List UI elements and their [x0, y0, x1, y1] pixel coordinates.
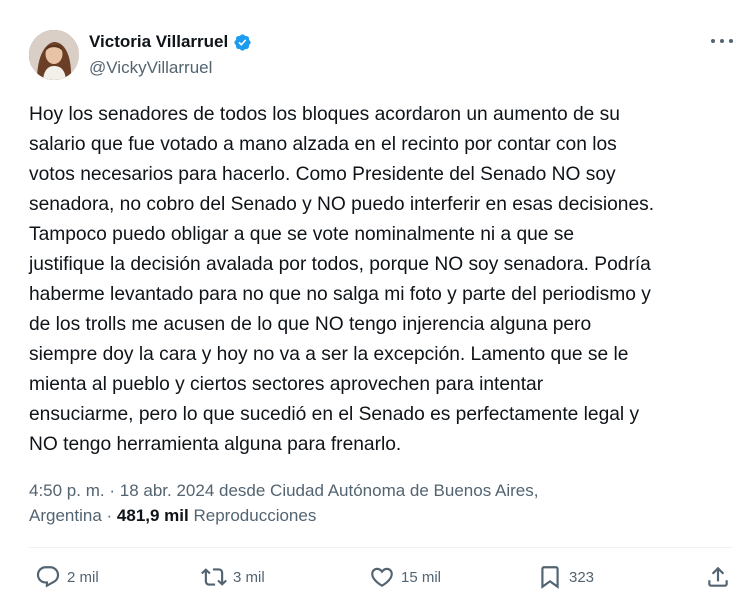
tweet-country: Argentina: [29, 506, 102, 525]
meta-separator-2: ·: [106, 506, 113, 525]
bookmark-icon: [541, 566, 559, 589]
tweet-card: Victoria Villarruel @VickyVillarruel Hoy…: [0, 0, 749, 596]
reply-button[interactable]: 2 mil: [35, 562, 99, 592]
verified-badge-icon[interactable]: [233, 33, 252, 52]
tweet-time[interactable]: 4:50 p. m.: [29, 481, 105, 500]
author-name[interactable]: Victoria Villarruel: [89, 32, 228, 52]
share-icon: [708, 566, 728, 587]
avatar[interactable]: [29, 30, 79, 80]
views-count[interactable]: 481,9 mil: [117, 506, 189, 525]
views-label: Reproducciones: [193, 506, 317, 525]
more-options-icon[interactable]: [711, 30, 733, 52]
bookmark-button[interactable]: 323: [537, 562, 594, 592]
tweet-text: Hoy los senadores de todos los bloques a…: [29, 104, 655, 455]
heart-icon: [371, 567, 393, 587]
meta-separator: ·: [109, 481, 116, 500]
tweet-meta: 4:50 p. m. · 18 abr. 2024 desde Ciudad A…: [29, 478, 669, 528]
like-count: 15 mil: [401, 568, 442, 586]
retweet-icon: [201, 568, 227, 586]
author-name-row: Victoria Villarruel: [89, 32, 252, 52]
bookmark-count: 323: [569, 568, 595, 586]
reply-icon: [36, 566, 60, 588]
retweet-count: 3 mil: [233, 568, 265, 586]
author-handle[interactable]: @VickyVillarruel: [89, 58, 212, 78]
retweet-button[interactable]: 3 mil: [201, 562, 265, 592]
action-bar: 2 mil 3 mil 15 mil 323: [29, 562, 731, 592]
tweet-date-location[interactable]: 18 abr. 2024 desde Ciudad Autónoma de Bu…: [120, 481, 539, 500]
divider: [29, 547, 733, 548]
avatar-image: [29, 30, 79, 80]
like-button[interactable]: 15 mil: [369, 562, 441, 592]
reply-count: 2 mil: [67, 568, 99, 586]
share-button[interactable]: [705, 562, 731, 592]
